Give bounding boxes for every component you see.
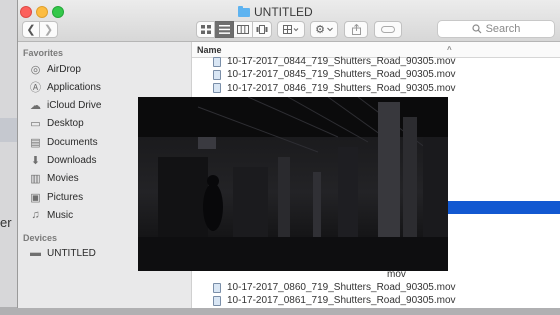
cover-flow-view-button[interactable] bbox=[253, 21, 272, 38]
video-preview[interactable] bbox=[138, 97, 448, 271]
sidebar-item-pictures[interactable]: ▣ Pictures bbox=[29, 189, 83, 205]
film-icon: ▥ bbox=[30, 173, 41, 186]
sidebar-item-documents[interactable]: ▤ Documents bbox=[29, 134, 98, 150]
cloud-icon: ☁ bbox=[30, 100, 41, 113]
sidebar-item-label: Applications bbox=[47, 81, 101, 93]
music-note-icon: ♫ bbox=[31, 209, 40, 222]
forward-icon: ❯ bbox=[43, 24, 54, 36]
sidebar-item-label: Downloads bbox=[47, 155, 97, 166]
tag-button[interactable] bbox=[374, 21, 402, 38]
file-row[interactable]: 10-17-2017_0845_719_Shutters_Road_90305.… bbox=[192, 68, 560, 81]
gear-icon: ⚙ bbox=[315, 24, 325, 36]
icon-grid-icon bbox=[200, 25, 211, 34]
minimize-window-button[interactable] bbox=[36, 6, 48, 18]
file-row[interactable]: 10-17-2017_0860_719_Shutters_Road_90305.… bbox=[192, 281, 560, 294]
sidebar-item-label: Pictures bbox=[47, 191, 84, 203]
sidebar-item-icloud-drive[interactable]: ☁ iCloud Drive bbox=[29, 98, 101, 114]
movie-file-icon bbox=[213, 83, 221, 94]
downloads-icon: ⬇ bbox=[30, 155, 41, 167]
favorites-heading: Favorites bbox=[23, 48, 64, 58]
airdrop-icon: ◎ bbox=[30, 63, 41, 76]
cover-flow-icon bbox=[256, 25, 268, 34]
camera-icon: ▣ bbox=[30, 191, 41, 204]
sidebar-item-desktop[interactable]: ▭ Desktop bbox=[29, 116, 84, 132]
list-icon bbox=[218, 25, 230, 34]
drive-icon: ▬ bbox=[30, 247, 41, 259]
sidebar-item-label: Music bbox=[47, 209, 74, 221]
desktop-icon: ▭ bbox=[30, 118, 41, 131]
icon-view-button[interactable] bbox=[196, 21, 215, 38]
sort-ascending-icon: ^ bbox=[447, 45, 452, 54]
share-icon bbox=[351, 24, 361, 35]
back-button[interactable]: ❮ bbox=[22, 21, 40, 38]
sidebar-item-downloads[interactable]: ⬇ Downloads bbox=[29, 153, 97, 169]
sidebar-item-label: Movies bbox=[47, 173, 79, 185]
video-frame bbox=[138, 97, 448, 271]
window-title-label: UNTITLED bbox=[254, 5, 313, 19]
file-name: 10-17-2017_0845_719_Shutters_Road_90305.… bbox=[227, 69, 456, 81]
background-selection bbox=[0, 118, 18, 142]
desktop-bottom-strip bbox=[0, 307, 560, 315]
movie-file-icon bbox=[213, 295, 221, 306]
tag-icon bbox=[381, 26, 395, 33]
sidebar-item-label: Desktop bbox=[47, 118, 84, 130]
file-name: 10-17-2017_0846_719_Shutters_Road_90305.… bbox=[227, 82, 456, 94]
devices-heading: Devices bbox=[23, 233, 58, 243]
sidebar-item-movies[interactable]: ▥ Movies bbox=[29, 171, 79, 187]
desktop-background: er bbox=[0, 0, 18, 315]
movie-file-icon bbox=[213, 69, 221, 80]
window-title: UNTITLED bbox=[238, 5, 313, 19]
columns-icon bbox=[237, 25, 249, 34]
file-name: 10-17-2017_0861_719_Shutters_Road_90305.… bbox=[227, 295, 456, 307]
sidebar-item-applications[interactable]: Ⓐ Applications bbox=[29, 79, 101, 95]
sidebar-item-airdrop[interactable]: ◎ AirDrop bbox=[29, 61, 81, 77]
sidebar-device-untitled[interactable]: ▬ UNTITLED bbox=[29, 245, 96, 261]
chevron-down-icon bbox=[327, 27, 333, 32]
action-gear-button[interactable]: ⚙ bbox=[310, 21, 338, 38]
column-view-button[interactable] bbox=[234, 21, 253, 38]
close-window-button[interactable] bbox=[20, 6, 32, 18]
applications-icon: Ⓐ bbox=[30, 82, 41, 95]
document-icon: ▤ bbox=[30, 136, 41, 149]
back-icon: ❮ bbox=[26, 24, 36, 36]
arrange-grid-icon bbox=[283, 25, 299, 34]
navigation-group: ❮ ❯ bbox=[22, 21, 58, 38]
view-mode-group bbox=[196, 21, 272, 38]
forward-button[interactable]: ❯ bbox=[40, 21, 58, 38]
sidebar-item-label: iCloud Drive bbox=[47, 100, 102, 112]
toolbar: UNTITLED ❮ ❯ ⚙ Search bbox=[18, 0, 560, 42]
finder-window: UNTITLED ❮ ❯ ⚙ Search Favorites ◎ AirDro… bbox=[17, 0, 560, 308]
file-name: 10-17-2017_0844_719_Shutters_Road_90305.… bbox=[227, 56, 456, 67]
background-text: er bbox=[0, 215, 12, 230]
movie-file-icon bbox=[213, 56, 221, 67]
search-icon bbox=[471, 24, 481, 34]
folder-icon bbox=[238, 5, 250, 17]
zoom-window-button[interactable] bbox=[52, 6, 64, 18]
column-header-label: Name bbox=[197, 44, 222, 55]
sidebar-item-label: Documents bbox=[47, 136, 98, 148]
movie-file-icon bbox=[213, 282, 221, 293]
file-row[interactable]: 10-17-2017_0846_719_Shutters_Road_90305.… bbox=[192, 82, 560, 95]
search-placeholder: Search bbox=[485, 23, 521, 35]
file-row[interactable]: 10-17-2017_0844_719_Shutters_Road_90305.… bbox=[192, 55, 560, 68]
file-row[interactable]: 10-17-2017_0861_719_Shutters_Road_90305.… bbox=[192, 294, 560, 307]
sidebar-item-label: UNTITLED bbox=[47, 247, 96, 259]
sidebar-item-music[interactable]: ♫ Music bbox=[29, 207, 73, 223]
share-button[interactable] bbox=[344, 21, 368, 38]
file-name: 10-17-2017_0860_719_Shutters_Road_90305.… bbox=[227, 282, 456, 294]
list-view-button[interactable] bbox=[215, 21, 234, 38]
search-field[interactable]: Search bbox=[437, 20, 555, 38]
sidebar-item-label: AirDrop bbox=[47, 63, 81, 75]
arrange-button[interactable] bbox=[277, 21, 305, 38]
